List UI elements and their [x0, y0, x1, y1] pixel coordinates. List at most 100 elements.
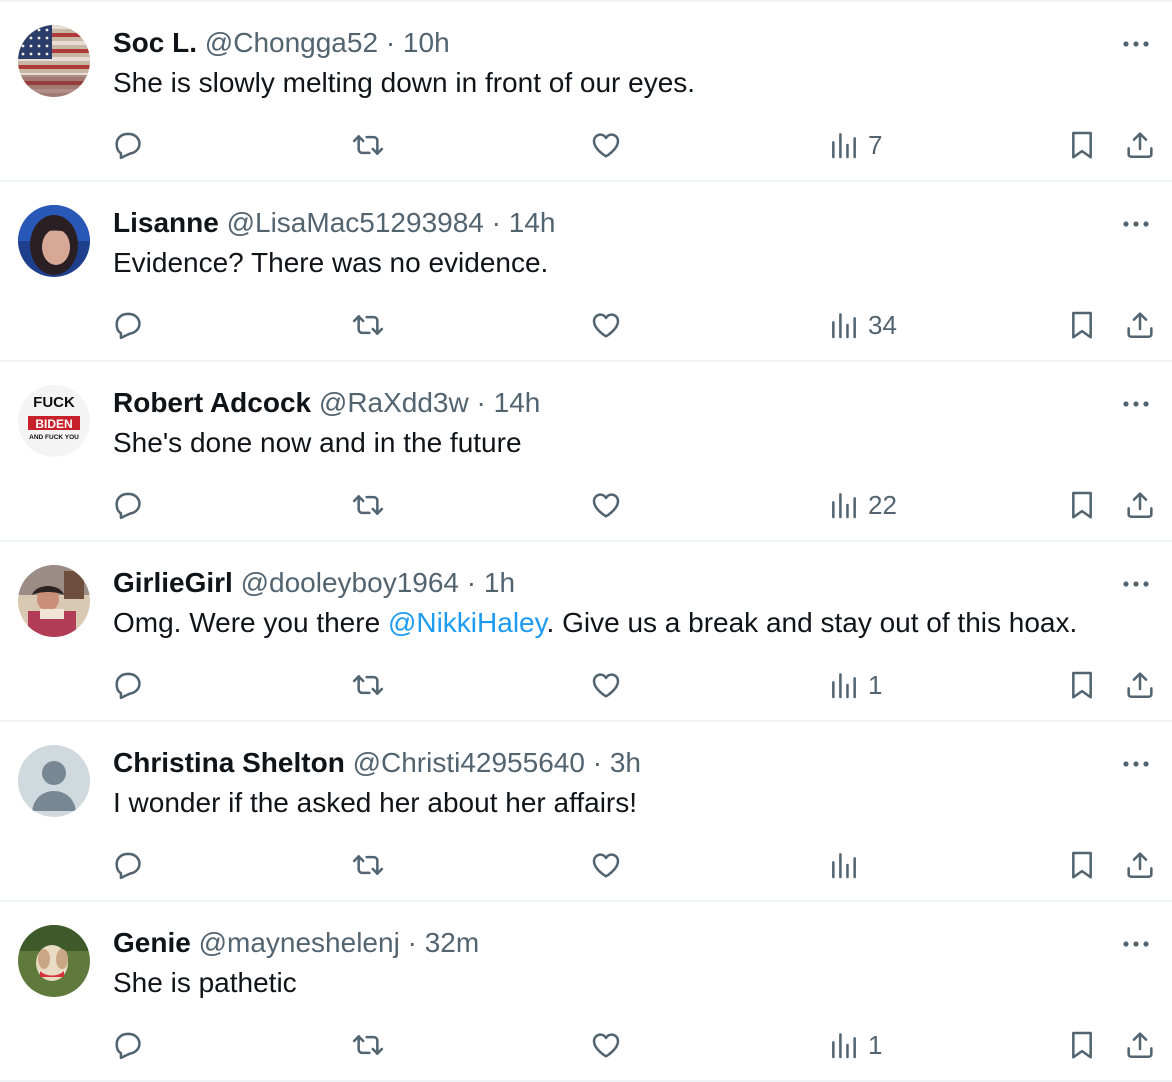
reply-icon — [115, 132, 141, 160]
bookmark-button[interactable] — [1066, 300, 1098, 350]
retweet-button[interactable] — [352, 480, 384, 530]
sticker-avatar-image: FUCK BIDEN AND FUCK YOU — [18, 385, 90, 457]
photo-avatar-image — [18, 565, 90, 637]
tweet-1[interactable]: Soc L. @Chongga52 · 10h She is slowly me… — [0, 2, 1172, 182]
default-avatar[interactable] — [18, 745, 90, 817]
bookmark-icon — [1072, 311, 1092, 339]
tweet-5[interactable]: Christina Shelton @Christi42955640 · 3h … — [0, 722, 1172, 902]
more-icon — [1123, 221, 1149, 227]
views-button[interactable]: 1 — [828, 1020, 882, 1070]
user-name[interactable]: Genie — [113, 927, 191, 958]
like-button[interactable] — [590, 840, 622, 890]
retweet-button[interactable] — [352, 1020, 384, 1070]
reply-button[interactable] — [112, 300, 144, 350]
like-button[interactable] — [590, 300, 622, 350]
action-bar: 1 — [0, 660, 1172, 710]
flag-avatar[interactable] — [18, 25, 90, 97]
retweet-button[interactable] — [352, 660, 384, 710]
sticker-avatar[interactable]: FUCK BIDEN AND FUCK YOU — [18, 385, 90, 457]
share-icon — [1127, 672, 1153, 698]
portrait-avatar[interactable] — [18, 205, 90, 277]
heart-icon — [592, 853, 620, 878]
user-handle[interactable]: @LisaMac51293984 — [227, 207, 484, 238]
tweet-2[interactable]: Lisanne @LisaMac51293984 · 14h Evidence?… — [0, 182, 1172, 362]
retweet-button[interactable] — [352, 840, 384, 890]
tweet-text: She is pathetic — [113, 964, 297, 1002]
retweet-button[interactable] — [352, 120, 384, 170]
share-button[interactable] — [1124, 480, 1156, 530]
reply-button[interactable] — [112, 660, 144, 710]
more-button[interactable] — [1118, 30, 1154, 58]
more-button[interactable] — [1118, 210, 1154, 238]
like-button[interactable] — [590, 1020, 622, 1070]
tweet-4[interactable]: GirlieGirl @dooleyboy1964 · 1h Omg. Were… — [0, 542, 1172, 722]
share-button[interactable] — [1124, 840, 1156, 890]
tweet-text-segment: She is pathetic — [113, 967, 297, 998]
reply-button[interactable] — [112, 120, 144, 170]
timestamp[interactable]: 10h — [403, 27, 450, 58]
bookmark-button[interactable] — [1066, 660, 1098, 710]
share-button[interactable] — [1124, 1020, 1156, 1070]
user-name[interactable]: GirlieGirl — [113, 567, 233, 598]
share-button[interactable] — [1124, 120, 1156, 170]
share-icon — [1127, 132, 1153, 158]
bookmark-button[interactable] — [1066, 840, 1098, 890]
tweet-6[interactable]: Genie @mayneshelenj · 32m She is patheti… — [0, 902, 1172, 1082]
views-button[interactable]: 34 — [828, 300, 897, 350]
user-handle[interactable]: @Christi42955640 — [353, 747, 585, 778]
timestamp[interactable]: 14h — [494, 387, 541, 418]
tweet-text-segment: She's done now and in the future — [113, 427, 522, 458]
like-button[interactable] — [590, 660, 622, 710]
like-button[interactable] — [590, 120, 622, 170]
mention-link[interactable]: @NikkiHaley — [388, 607, 547, 638]
user-name[interactable]: Robert Adcock — [113, 387, 311, 418]
dog-avatar[interactable] — [18, 925, 90, 997]
views-icon — [832, 853, 856, 879]
retweet-icon — [352, 135, 384, 155]
views-count: 22 — [868, 489, 897, 520]
bookmark-button[interactable] — [1066, 1020, 1098, 1070]
user-name[interactable]: Soc L. — [113, 27, 197, 58]
bookmark-icon — [1072, 131, 1092, 159]
tweet-list: Soc L. @Chongga52 · 10h She is slowly me… — [0, 2, 1172, 1082]
user-handle[interactable]: @Chongga52 — [205, 27, 378, 58]
bookmark-icon — [1072, 851, 1092, 879]
more-button[interactable] — [1118, 930, 1154, 958]
more-button[interactable] — [1118, 390, 1154, 418]
tweet-text: She is slowly melting down in front of o… — [113, 64, 695, 102]
views-button[interactable]: 22 — [828, 480, 897, 530]
more-icon — [1123, 761, 1149, 767]
bookmark-button[interactable] — [1066, 120, 1098, 170]
share-button[interactable] — [1124, 300, 1156, 350]
more-button[interactable] — [1118, 750, 1154, 778]
reply-button[interactable] — [112, 840, 144, 890]
tweet-header: Christina Shelton @Christi42955640 · 3h — [113, 744, 641, 782]
reply-button[interactable] — [112, 480, 144, 530]
timestamp[interactable]: 3h — [610, 747, 641, 778]
tweet-text-segment: I wonder if the asked her about her affa… — [113, 787, 638, 818]
user-handle[interactable]: @dooleyboy1964 — [241, 567, 459, 598]
photo-avatar[interactable] — [18, 565, 90, 637]
reply-button[interactable] — [112, 1020, 144, 1070]
like-button[interactable] — [590, 480, 622, 530]
more-button[interactable] — [1118, 570, 1154, 598]
timestamp[interactable]: 14h — [509, 207, 556, 238]
action-bar: 22 — [0, 480, 1172, 530]
user-handle[interactable]: @mayneshelenj — [199, 927, 400, 958]
views-button[interactable]: 7 — [828, 120, 882, 170]
views-button[interactable]: 1 — [828, 660, 882, 710]
timestamp[interactable]: 1h — [484, 567, 515, 598]
tweet-3[interactable]: FUCK BIDEN AND FUCK YOU Robert Adcock @RaX… — [0, 362, 1172, 542]
reply-icon — [115, 312, 141, 340]
timestamp[interactable]: 32m — [425, 927, 479, 958]
user-handle[interactable]: @RaXdd3w — [319, 387, 469, 418]
bookmark-button[interactable] — [1066, 480, 1098, 530]
heart-icon — [592, 673, 620, 698]
more-icon — [1123, 941, 1149, 947]
retweet-button[interactable] — [352, 300, 384, 350]
user-name[interactable]: Lisanne — [113, 207, 219, 238]
views-button[interactable] — [828, 840, 868, 890]
user-name[interactable]: Christina Shelton — [113, 747, 345, 778]
default-avatar-image — [18, 745, 90, 817]
share-button[interactable] — [1124, 660, 1156, 710]
